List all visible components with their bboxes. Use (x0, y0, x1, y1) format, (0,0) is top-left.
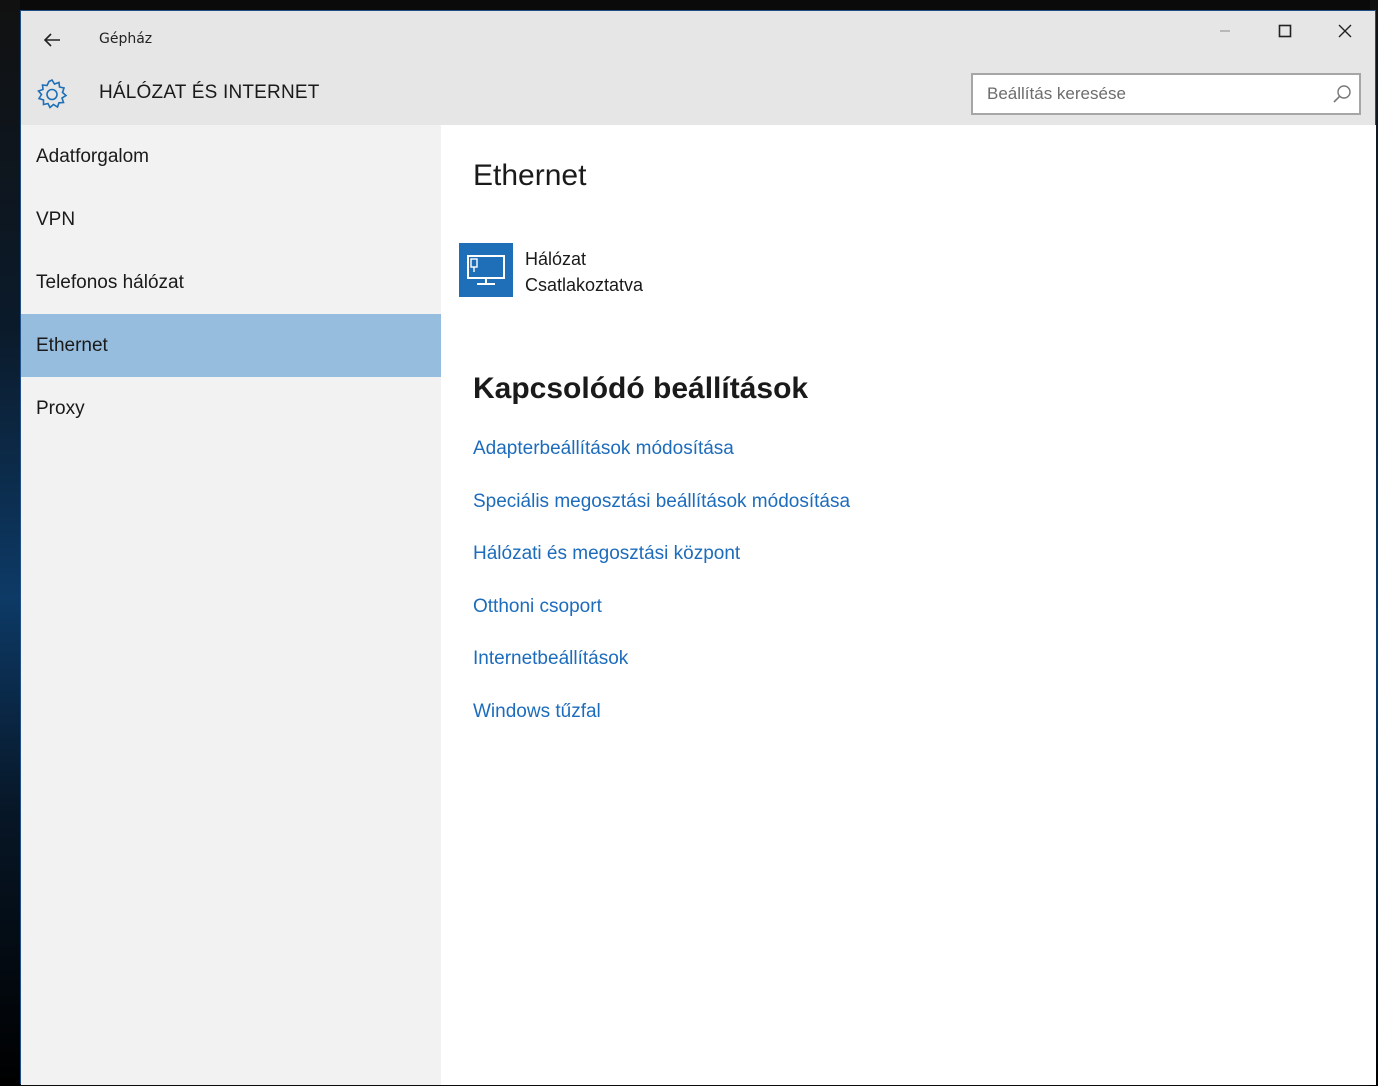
link-windows-firewall[interactable]: Windows tűzfal (473, 700, 850, 753)
link-network-sharing-center[interactable]: Hálózati és megosztási központ (473, 542, 850, 595)
back-button[interactable] (35, 25, 69, 55)
close-icon (1338, 24, 1352, 38)
back-arrow-icon (43, 33, 60, 47)
window-controls (1195, 11, 1375, 51)
sidebar-item-label: Proxy (36, 397, 85, 419)
sidebar-item-vpn[interactable]: VPN (21, 188, 441, 251)
sidebar-item-label: Telefonos hálózat (36, 271, 184, 293)
page-title: Ethernet (473, 159, 587, 192)
sidebar-item-telefonos-halozat[interactable]: Telefonos hálózat (21, 251, 441, 314)
search-input[interactable] (973, 75, 1359, 113)
sidebar-item-ethernet[interactable]: Ethernet (21, 314, 441, 377)
ethernet-monitor-icon (467, 255, 505, 285)
network-status: Csatlakoztatva (525, 275, 644, 295)
close-button[interactable] (1315, 11, 1375, 51)
related-settings-title: Kapcsolódó beállítások (473, 372, 809, 405)
link-homegroup[interactable]: Otthoni csoport (473, 595, 850, 648)
section-title: HÁLÓZAT ÉS INTERNET (99, 82, 320, 103)
maximize-button[interactable] (1255, 11, 1315, 51)
network-connection-item[interactable]: Hálózat Csatlakoztatva (459, 243, 643, 298)
sidebar-nav: Adatforgalom VPN Telefonos hálózat Ether… (21, 125, 441, 1085)
network-tile (459, 243, 513, 297)
related-links: Adapterbeállítások módosítása Speciális … (473, 437, 850, 753)
sidebar-item-proxy[interactable]: Proxy (21, 377, 441, 440)
network-name: Hálózat (525, 249, 587, 269)
sidebar-item-label: VPN (36, 208, 76, 230)
settings-window: Gépház HÁLÓZAT ÉS INTERNET Beállítás ker… (20, 10, 1376, 1085)
desktop-background (0, 0, 20, 1086)
sidebar-item-label: Adatforgalom (36, 145, 150, 167)
minimize-button[interactable] (1195, 11, 1255, 51)
sidebar-item-label: Ethernet (36, 334, 108, 356)
title-bar: Gépház HÁLÓZAT ÉS INTERNET (21, 11, 1375, 125)
link-adapter-settings[interactable]: Adapterbeállítások módosítása (473, 437, 850, 490)
minimize-icon (1220, 30, 1230, 32)
link-advanced-sharing[interactable]: Speciális megosztási beállítások módosít… (473, 490, 850, 543)
search-icon[interactable] (1331, 83, 1353, 105)
network-texts: Hálózat Csatlakoztatva (525, 243, 643, 298)
sidebar-item-adatforgalom[interactable]: Adatforgalom (21, 125, 441, 188)
maximize-icon (1278, 24, 1292, 38)
app-title: Gépház (99, 31, 153, 47)
settings-search (971, 73, 1361, 115)
main-content: Ethernet Hálózat Csatlakoztatva Kapcsoló… (441, 125, 1376, 1085)
link-internet-options[interactable]: Internetbeállítások (473, 647, 850, 700)
gear-icon (37, 78, 68, 109)
